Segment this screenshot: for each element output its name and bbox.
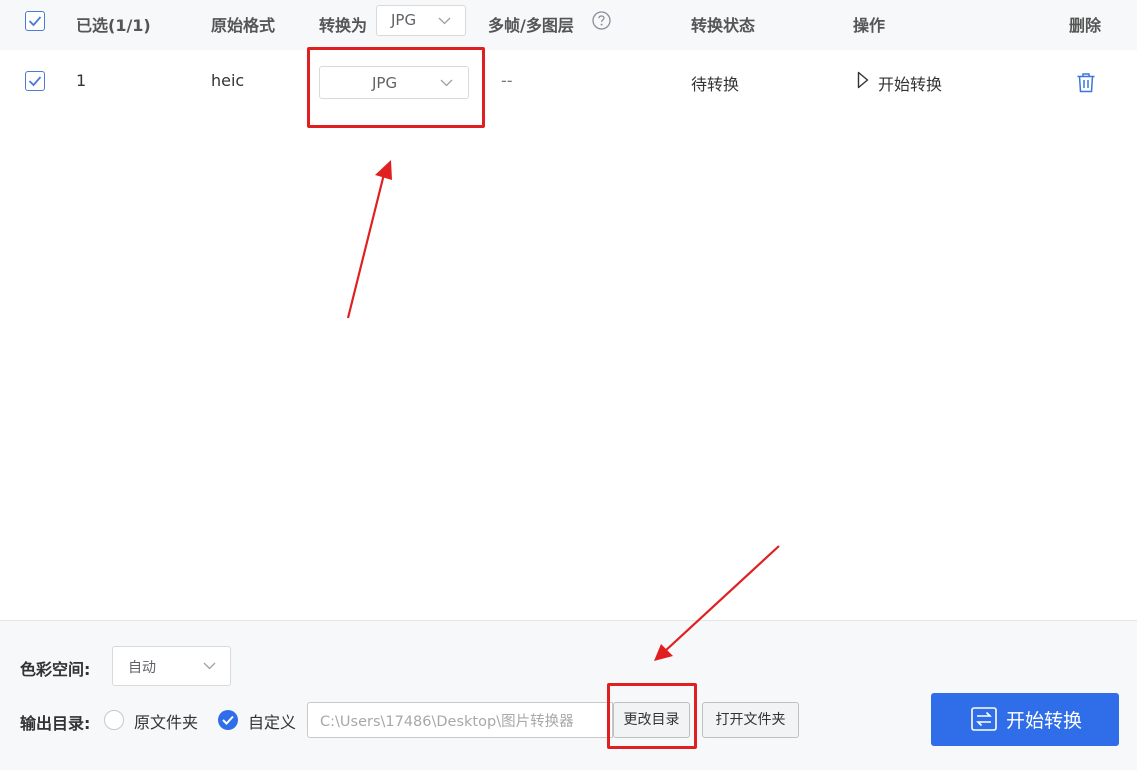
- select-all-checkbox[interactable]: [25, 11, 45, 31]
- check-icon: [28, 16, 42, 27]
- check-icon: [222, 715, 234, 725]
- annotation-box-format: [307, 47, 485, 128]
- output-path-input[interactable]: [307, 702, 613, 738]
- color-space-value: 自动: [128, 660, 156, 676]
- global-format-select[interactable]: JPG: [376, 5, 466, 36]
- start-convert-button[interactable]: 开始转换: [931, 693, 1119, 746]
- table-row: 1 heic JPG -- 待转换 开始转换: [0, 50, 1137, 113]
- header-original-format: 原始格式: [211, 16, 276, 35]
- annotation-box-change-dir: [607, 683, 697, 749]
- output-dir-label: 输出目录:: [20, 714, 91, 733]
- header-selected: 已选(1/1): [76, 16, 151, 35]
- arrow-up-head: [375, 160, 392, 180]
- color-space-select[interactable]: 自动: [112, 646, 231, 686]
- check-icon: [28, 76, 42, 87]
- header-delete: 删除: [1069, 16, 1102, 35]
- header-convert-to: 转换为: [319, 16, 368, 35]
- header-status: 转换状态: [691, 16, 756, 35]
- help-icon[interactable]: [592, 11, 611, 30]
- table-header: 已选(1/1) 原始格式 转换为 JPG 多帧/多图层 转换状态 操作 删除: [0, 0, 1137, 50]
- open-folder-button[interactable]: 打开文件夹: [702, 702, 799, 738]
- row-checkbox[interactable]: [25, 71, 45, 91]
- trash-icon[interactable]: [1076, 72, 1096, 93]
- color-space-label: 色彩空间:: [20, 660, 91, 679]
- chevron-down-icon: [438, 17, 451, 25]
- radio-custom[interactable]: [218, 710, 238, 730]
- radio-original-folder[interactable]: [104, 710, 124, 730]
- swap-icon: [971, 707, 997, 731]
- radio-original-folder-label[interactable]: 原文件夹: [134, 709, 198, 733]
- start-convert-label: 开始转换: [1006, 710, 1083, 732]
- row-status: 待转换: [691, 75, 740, 94]
- chevron-down-icon: [203, 662, 216, 670]
- header-multiframe: 多帧/多图层: [488, 16, 574, 35]
- row-start-convert-link[interactable]: 开始转换: [878, 71, 942, 95]
- row-original-format: heic: [211, 71, 245, 90]
- row-index: 1: [76, 71, 87, 90]
- row-multiframe: --: [501, 71, 513, 90]
- global-format-value: JPG: [391, 11, 417, 29]
- arrow-up-shaft: [346, 169, 387, 319]
- radio-custom-label[interactable]: 自定义: [248, 709, 296, 733]
- header-action: 操作: [853, 16, 886, 35]
- play-icon[interactable]: [857, 71, 869, 89]
